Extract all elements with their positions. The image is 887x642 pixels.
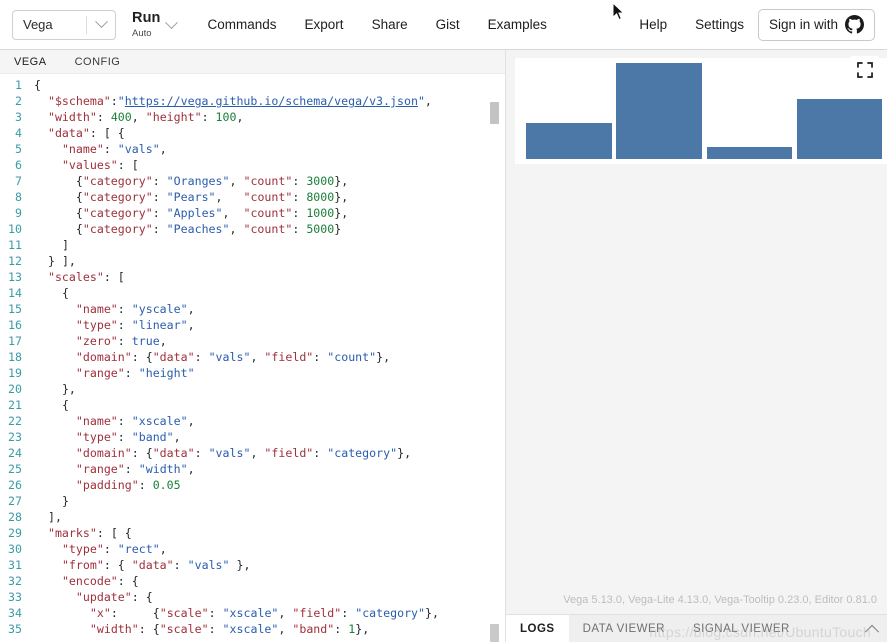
bottom-tab-logs[interactable]: LOGS (506, 615, 569, 642)
bottom-tab-bar: LOGS DATA VIEWER SIGNAL VIEWER https://b… (506, 614, 887, 642)
bar-series (526, 63, 887, 159)
run-button[interactable]: Run Auto (132, 11, 178, 38)
editor-scrollbar-corner[interactable] (490, 624, 499, 642)
editor-vertical-scrollbar[interactable] (490, 98, 499, 642)
editor-pane: VEGA CONFIG 1{ 2 "$schema":"https://vega… (0, 50, 506, 642)
nav-item-gist[interactable]: Gist (422, 10, 474, 40)
bar-slot (616, 63, 706, 159)
nav-item-examples[interactable]: Examples (474, 10, 561, 40)
chevron-up-icon[interactable] (864, 615, 880, 642)
top-navbar: Vega Run Auto Commands Export Share Gist… (0, 0, 887, 50)
visualization-pane: Vega 5.13.0, Vega-Lite 4.13.0, Vega-Tool… (506, 50, 887, 642)
bar-chart (526, 63, 887, 159)
nav-item-commands[interactable]: Commands (194, 10, 291, 40)
chevron-down-icon[interactable] (164, 16, 178, 30)
code-editor[interactable]: 1{ 2 "$schema":"https://vega.github.io/s… (0, 74, 505, 642)
editor-scrollbar-thumb[interactable] (490, 102, 499, 124)
tab-vega[interactable]: VEGA (14, 56, 47, 68)
fullscreen-button[interactable] (851, 56, 879, 84)
bar[interactable] (526, 123, 612, 159)
mode-select[interactable]: Vega (12, 9, 116, 40)
bar[interactable] (616, 63, 702, 159)
bottom-tab-data-viewer[interactable]: DATA VIEWER (569, 615, 679, 642)
code-scroll-region[interactable]: 1{ 2 "$schema":"https://vega.github.io/s… (0, 74, 505, 642)
nav-item-help[interactable]: Help (625, 10, 681, 40)
nav-item-share[interactable]: Share (358, 10, 422, 40)
vega-editor-app: Vega Run Auto Commands Export Share Gist… (0, 0, 887, 642)
bar[interactable] (796, 99, 883, 159)
github-icon (845, 15, 864, 34)
version-info: Vega 5.13.0, Vega-Lite 4.13.0, Vega-Tool… (563, 594, 877, 606)
fullscreen-icon (857, 62, 873, 78)
vega-spec-code[interactable]: 1{ 2 "$schema":"https://vega.github.io/s… (0, 74, 505, 637)
main-body: VEGA CONFIG 1{ 2 "$schema":"https://vega… (0, 50, 887, 642)
bar[interactable] (706, 147, 793, 159)
mode-select-value: Vega (23, 17, 53, 32)
bottom-tab-signal-viewer[interactable]: SIGNAL VIEWER (679, 615, 804, 642)
signin-with-github-button[interactable]: Sign in with (757, 8, 875, 41)
bar-slot (706, 63, 797, 159)
bar-slot (526, 63, 616, 159)
chevron-down-icon[interactable] (87, 15, 115, 29)
run-label: Run (132, 10, 161, 26)
chart-card (515, 58, 887, 164)
nav-item-settings[interactable]: Settings (681, 10, 758, 40)
tab-config[interactable]: CONFIG (75, 56, 121, 68)
run-labels: Run Auto (132, 11, 161, 38)
run-mode-label: Auto (132, 27, 152, 39)
editor-tab-bar: VEGA CONFIG (0, 50, 505, 74)
chart-container: Vega 5.13.0, Vega-Lite 4.13.0, Vega-Tool… (506, 50, 887, 614)
nav-item-export[interactable]: Export (291, 10, 358, 40)
signin-label: Sign in with (768, 17, 838, 32)
